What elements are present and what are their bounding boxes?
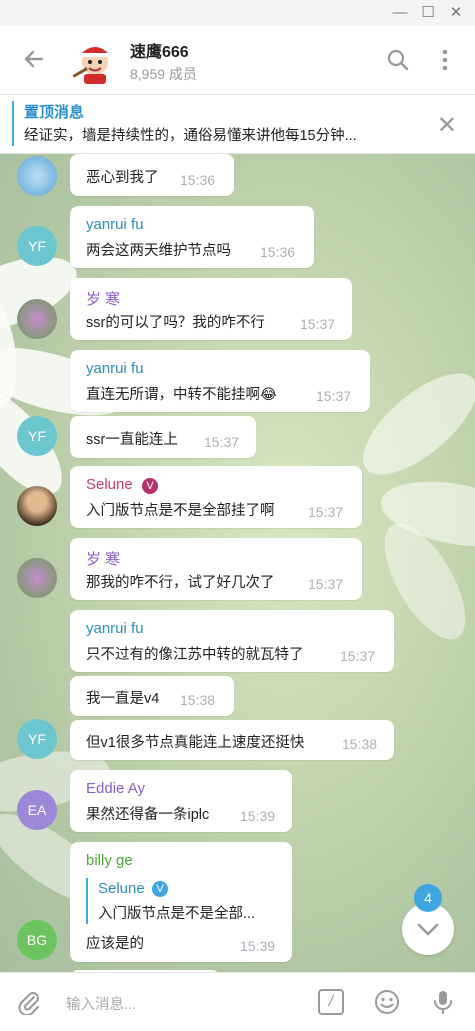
emoji-button[interactable]: [374, 989, 400, 1015]
message-bubble[interactable]: yanrui fu 只不过有的像江苏中转的就瓦特了 15:37: [70, 610, 394, 672]
message-text: 我一直是v4: [86, 691, 160, 707]
unread-count-badge: 4: [414, 884, 442, 912]
message-bubble[interactable]: yanrui fu 两会这两天维护节点吗 15:36: [70, 206, 314, 268]
message-bubble[interactable]: billy ge Selune V 入门版节点是不是全部... 应该是的 15:…: [70, 842, 292, 962]
message-bubble[interactable]: Selune V 入门版节点是不是全部挂了啊 15:37: [70, 466, 362, 528]
message-time: 15:37: [308, 576, 344, 592]
voice-record-button[interactable]: [430, 989, 456, 1015]
verified-badge-icon: V: [142, 478, 158, 494]
message-time: 15:37: [340, 648, 376, 664]
message-time: 15:36: [180, 172, 216, 188]
message-text: 只不过有的像江苏中转的就瓦特了: [86, 647, 304, 663]
message-time: 15:37: [300, 316, 336, 332]
close-window-button[interactable]: ✕: [446, 3, 466, 23]
reply-sender: Selune: [98, 880, 145, 897]
message-time: 15:37: [204, 434, 240, 450]
message-time: 15:39: [240, 808, 276, 824]
message-list[interactable]: 恶心到我了 15:36 yanrui fu 两会这两天维护节点吗 15:36 Y…: [0, 154, 475, 972]
avatar-yf[interactable]: YF: [17, 226, 57, 266]
message-bubble[interactable]: 但v1很多节点真能连上速度还挺快 15:38: [70, 720, 394, 760]
sender-name[interactable]: yanrui fu: [86, 216, 144, 233]
sender-name[interactable]: yanrui fu: [86, 620, 144, 637]
emoji-icon: [375, 990, 399, 1014]
message-text: 但v1很多节点真能连上速度还挺快: [86, 735, 305, 751]
message-time: 15:38: [342, 736, 378, 752]
slash-command-icon: /: [318, 989, 344, 1015]
group-avatar[interactable]: [70, 35, 120, 85]
more-menu-button[interactable]: [433, 48, 457, 72]
message-bubble[interactable]: Eddie Ay 果然还得备一条iplc 15:39: [70, 770, 292, 832]
message-text: 直连无所谓，中转不能挂啊😂: [86, 387, 277, 403]
pinned-message-bar[interactable]: 置顶消息 经证实，墙是持续性的，通俗易懂来讲他每15分钟... ✕: [0, 95, 475, 154]
avatar-yf[interactable]: YF: [17, 719, 57, 759]
message-text: ssr的可以了吗？我的咋不行: [86, 315, 265, 331]
message-bubble[interactable]: yanrui fu 直连无所谓，中转不能挂啊😂 15:37: [70, 350, 370, 412]
message-text: 那我的咋不行，试了好几次了: [86, 575, 275, 591]
message-time: 15:36: [260, 244, 296, 260]
message-bubble[interactable]: 岁 寒 ssr的可以了吗？我的咋不行 15:37: [70, 278, 352, 340]
avatar-selune[interactable]: [17, 486, 57, 526]
message-composer: 输入消息... /: [0, 972, 475, 1031]
member-count: 8,959 成员: [130, 66, 197, 82]
reply-text: 入门版节点是不是全部...: [98, 906, 256, 922]
back-button[interactable]: [20, 45, 48, 73]
message-time: 15:37: [308, 504, 344, 520]
maximize-button[interactable]: ☐: [418, 3, 438, 23]
message-bubble[interactable]: 我一直是v4 15:38: [70, 676, 234, 716]
paperclip-icon: [18, 992, 39, 1017]
message-text: 应该是的: [86, 936, 144, 952]
message-text: 两会这两天维护节点吗: [86, 243, 231, 259]
message-text: ssr一直能连上: [86, 432, 178, 448]
attach-button[interactable]: [16, 989, 42, 1017]
avatar-flowers[interactable]: [17, 299, 57, 339]
sender-name[interactable]: Eddie Ay: [86, 780, 145, 797]
avatar-ea[interactable]: EA: [17, 790, 57, 830]
pinned-label: 置顶消息: [24, 104, 85, 121]
minimize-button[interactable]: —: [390, 3, 410, 23]
pinned-accent-bar: [12, 101, 14, 146]
message-bubble[interactable]: ssr一直能连上 15:37: [70, 416, 256, 458]
message-time: 15:39: [240, 938, 276, 954]
message-bubble[interactable]: 岁 寒 那我的咋不行，试了好几次了 15:37: [70, 538, 362, 600]
message-time: 15:38: [180, 692, 216, 708]
avatar-yf[interactable]: YF: [17, 416, 57, 456]
arrow-left-icon: [24, 50, 44, 68]
bot-command-button[interactable]: /: [318, 989, 344, 1015]
chat-header: 速鹰666 8,959 成员: [0, 26, 475, 95]
sender-name[interactable]: billy ge: [86, 852, 133, 869]
sender-name[interactable]: 岁 寒: [86, 548, 120, 569]
pinned-text: 经证实，墙是持续性的，通俗易懂来讲他每15分钟...: [24, 128, 357, 144]
sender-name[interactable]: Selune: [86, 476, 133, 493]
message-text: 恶心到我了: [86, 170, 159, 186]
search-button[interactable]: [386, 48, 410, 72]
message-text: 入门版节点是不是全部挂了啊: [86, 503, 275, 519]
chat-title: 速鹰666: [130, 44, 189, 61]
avatar-sky[interactable]: [17, 156, 57, 196]
message-input[interactable]: 输入消息...: [66, 993, 136, 1014]
message-bubble[interactable]: 恶心到我了 15:36: [70, 154, 234, 196]
reply-quote[interactable]: Selune V 入门版节点是不是全部...: [86, 878, 278, 924]
microphone-icon: [434, 991, 452, 1014]
window-titlebar: — ☐ ✕: [0, 0, 475, 26]
avatar-bg[interactable]: BG: [17, 920, 57, 960]
sender-name[interactable]: yanrui fu: [86, 360, 144, 377]
message-text: 果然还得备一条iplc: [86, 807, 210, 823]
sender-name[interactable]: 岁 寒: [86, 288, 120, 309]
verified-badge-icon: V: [152, 881, 168, 897]
close-pinned-button[interactable]: ✕: [437, 111, 457, 140]
avatar-flowers[interactable]: [17, 558, 57, 598]
message-time: 15:37: [316, 388, 352, 404]
mascot-logo-icon: [72, 47, 111, 84]
search-icon: [387, 49, 409, 71]
more-vert-icon: [442, 49, 448, 71]
